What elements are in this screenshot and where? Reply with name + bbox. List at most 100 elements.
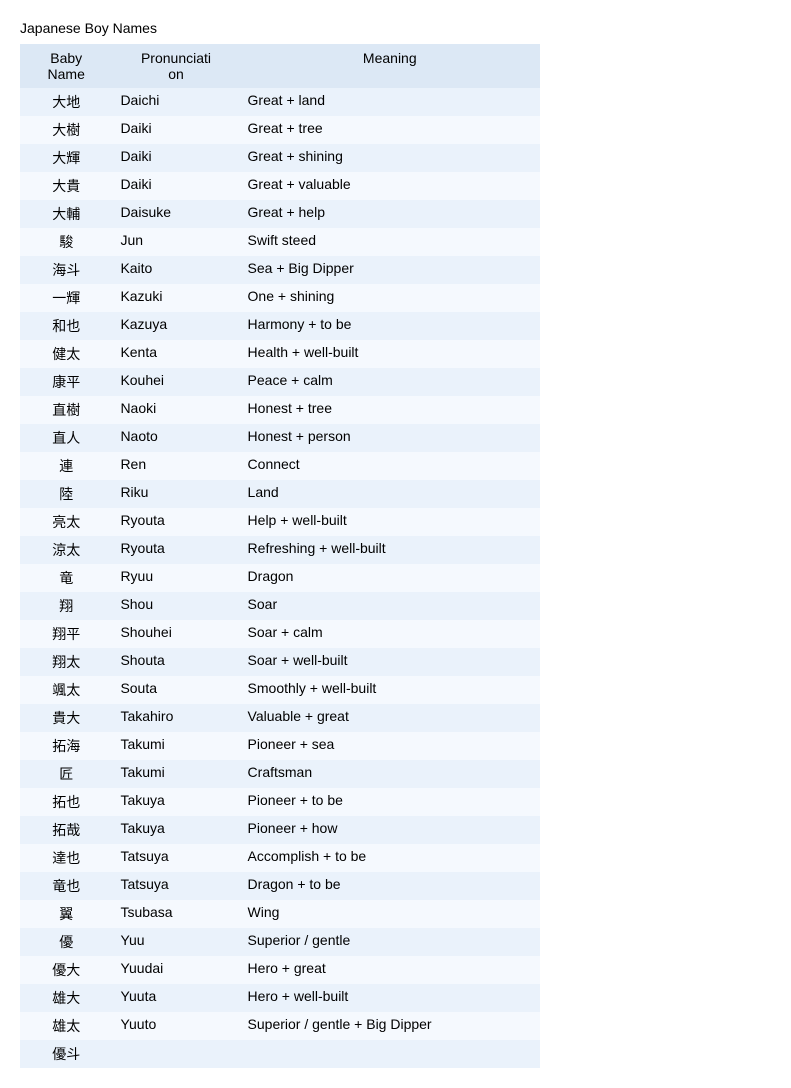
- table-row: 優YuuSuperior / gentle: [20, 928, 540, 956]
- cell-meaning: Valuable + great: [240, 704, 540, 732]
- table-row: 和也KazuyaHarmony + to be: [20, 312, 540, 340]
- table-row: 翔平ShouheiSoar + calm: [20, 620, 540, 648]
- table-row: 陸RikuLand: [20, 480, 540, 508]
- cell-kanji: 雄太: [20, 1012, 112, 1040]
- cell-meaning: Harmony + to be: [240, 312, 540, 340]
- cell-meaning: Superior / gentle + Big Dipper: [240, 1012, 540, 1040]
- cell-meaning: Dragon + to be: [240, 872, 540, 900]
- cell-meaning: Great + valuable: [240, 172, 540, 200]
- cell-pronunciation: Ryouta: [112, 536, 239, 564]
- cell-kanji: 大貴: [20, 172, 112, 200]
- cell-meaning: Great + help: [240, 200, 540, 228]
- cell-pronunciation: Yuuto: [112, 1012, 239, 1040]
- cell-kanji: 竜: [20, 564, 112, 592]
- cell-meaning: Accomplish + to be: [240, 844, 540, 872]
- cell-meaning: Hero + well-built: [240, 984, 540, 1012]
- table-row: 海斗KaitoSea + Big Dipper: [20, 256, 540, 284]
- cell-pronunciation: Takumi: [112, 760, 239, 788]
- cell-pronunciation: Ren: [112, 452, 239, 480]
- cell-kanji: 涼太: [20, 536, 112, 564]
- table-row: 拓也TakuyaPioneer + to be: [20, 788, 540, 816]
- cell-pronunciation: Kouhei: [112, 368, 239, 396]
- cell-meaning: One + shining: [240, 284, 540, 312]
- cell-kanji: 大地: [20, 88, 112, 116]
- cell-pronunciation: Daiki: [112, 116, 239, 144]
- table-row: 匠TakumiCraftsman: [20, 760, 540, 788]
- cell-kanji: 一輝: [20, 284, 112, 312]
- cell-pronunciation: Naoki: [112, 396, 239, 424]
- cell-kanji: 拓哉: [20, 816, 112, 844]
- cell-kanji: 匠: [20, 760, 112, 788]
- table-row: 大樹DaikiGreat + tree: [20, 116, 540, 144]
- cell-meaning: Help + well-built: [240, 508, 540, 536]
- table-row: 亮太RyoutaHelp + well-built: [20, 508, 540, 536]
- table-row: 優大YuudaiHero + great: [20, 956, 540, 984]
- cell-pronunciation: Daiki: [112, 172, 239, 200]
- cell-kanji: 連: [20, 452, 112, 480]
- cell-pronunciation: Takuya: [112, 788, 239, 816]
- cell-pronunciation: Kazuya: [112, 312, 239, 340]
- cell-meaning: Superior / gentle: [240, 928, 540, 956]
- cell-meaning: Great + shining: [240, 144, 540, 172]
- cell-kanji: 康平: [20, 368, 112, 396]
- table-row: 健太KentaHealth + well-built: [20, 340, 540, 368]
- cell-meaning: Refreshing + well-built: [240, 536, 540, 564]
- cell-meaning: [240, 1040, 540, 1068]
- cell-pronunciation: Kaito: [112, 256, 239, 284]
- table-row: 大地DaichiGreat + land: [20, 88, 540, 116]
- cell-kanji: 翔平: [20, 620, 112, 648]
- table-row: 康平KouheiPeace + calm: [20, 368, 540, 396]
- cell-kanji: 陸: [20, 480, 112, 508]
- cell-meaning: Wing: [240, 900, 540, 928]
- cell-kanji: 翼: [20, 900, 112, 928]
- cell-pronunciation: Yuuta: [112, 984, 239, 1012]
- cell-pronunciation: Jun: [112, 228, 239, 256]
- cell-kanji: 優大: [20, 956, 112, 984]
- header-baby-name: BabyName: [20, 44, 112, 88]
- cell-pronunciation: Souta: [112, 676, 239, 704]
- table-row: 駿JunSwift steed: [20, 228, 540, 256]
- cell-pronunciation: Ryuu: [112, 564, 239, 592]
- table-row: 大貴DaikiGreat + valuable: [20, 172, 540, 200]
- cell-meaning: Health + well-built: [240, 340, 540, 368]
- table-row: 貴大TakahiroValuable + great: [20, 704, 540, 732]
- cell-meaning: Connect: [240, 452, 540, 480]
- cell-kanji: 拓也: [20, 788, 112, 816]
- cell-meaning: Dragon: [240, 564, 540, 592]
- cell-meaning: Peace + calm: [240, 368, 540, 396]
- header-meaning: Meaning: [240, 44, 540, 88]
- cell-pronunciation: Takahiro: [112, 704, 239, 732]
- cell-pronunciation: Takumi: [112, 732, 239, 760]
- table-row: 雄大YuutaHero + well-built: [20, 984, 540, 1012]
- table-row: 一輝KazukiOne + shining: [20, 284, 540, 312]
- table-row: 雄太YuutoSuperior / gentle + Big Dipper: [20, 1012, 540, 1040]
- table-row: 直人NaotoHonest + person: [20, 424, 540, 452]
- cell-meaning: Smoothly + well-built: [240, 676, 540, 704]
- table-row: 涼太RyoutaRefreshing + well-built: [20, 536, 540, 564]
- table-row: 達也TatsuyaAccomplish + to be: [20, 844, 540, 872]
- cell-pronunciation: Tatsuya: [112, 872, 239, 900]
- cell-meaning: Pioneer + sea: [240, 732, 540, 760]
- table-row: 翔太ShoutaSoar + well-built: [20, 648, 540, 676]
- cell-meaning: Soar + well-built: [240, 648, 540, 676]
- table-row: 翼TsubasaWing: [20, 900, 540, 928]
- cell-pronunciation: Kenta: [112, 340, 239, 368]
- cell-kanji: 直樹: [20, 396, 112, 424]
- cell-kanji: 拓海: [20, 732, 112, 760]
- table-row: 直樹NaokiHonest + tree: [20, 396, 540, 424]
- cell-meaning: Great + tree: [240, 116, 540, 144]
- cell-kanji: 翔太: [20, 648, 112, 676]
- cell-kanji: 優: [20, 928, 112, 956]
- cell-kanji: 颯太: [20, 676, 112, 704]
- cell-pronunciation: Daisuke: [112, 200, 239, 228]
- table-row: 拓哉TakuyaPioneer + how: [20, 816, 540, 844]
- cell-pronunciation: Tsubasa: [112, 900, 239, 928]
- table-row: 拓海TakumiPioneer + sea: [20, 732, 540, 760]
- cell-pronunciation: Shouhei: [112, 620, 239, 648]
- cell-kanji: 大輝: [20, 144, 112, 172]
- table-row: 優斗: [20, 1040, 540, 1068]
- cell-kanji: 亮太: [20, 508, 112, 536]
- cell-pronunciation: Yuudai: [112, 956, 239, 984]
- table-row: 竜也TatsuyaDragon + to be: [20, 872, 540, 900]
- cell-pronunciation: Ryouta: [112, 508, 239, 536]
